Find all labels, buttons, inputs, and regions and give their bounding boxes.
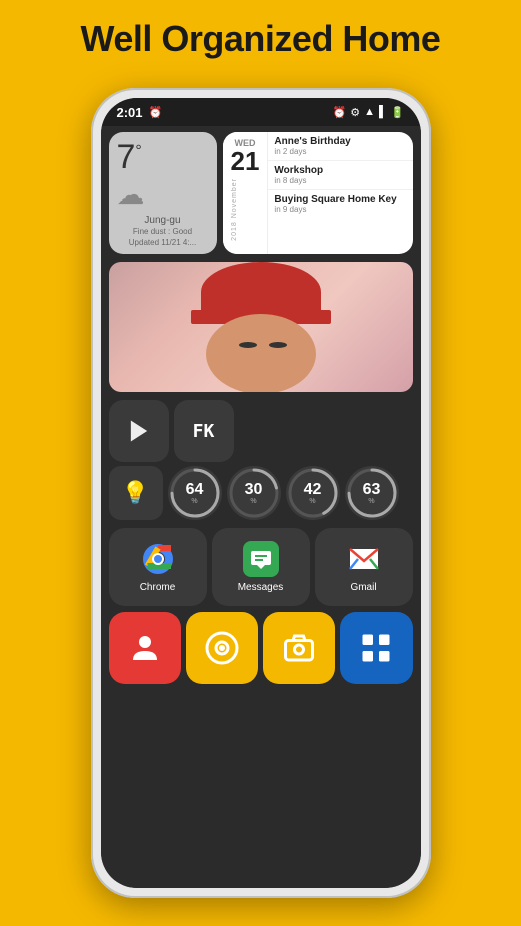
photo-face [109,262,413,392]
apps-grid-tile[interactable] [340,612,412,684]
status-left: 2:01 ⏰ [117,105,163,120]
messages-icon [243,541,279,577]
weather-widget[interactable]: 7° ☁ Jung-gu Fine dust : Good Updated 11… [109,132,217,254]
face-skin [206,314,316,392]
wifi-icon: ▲ [364,106,375,118]
top-widgets-row: 7° ☁ Jung-gu Fine dust : Good Updated 11… [101,126,421,258]
signal-icon: ▌ [379,106,387,118]
chrome-label: Chrome [140,582,176,593]
battery-icon: 🔋 [391,106,405,119]
bulb-icon: 💡 [122,480,149,506]
status-bar: 2:01 ⏰ ⏰ ⚙ ▲ ▌ 🔋 [101,98,421,126]
gmail-label: Gmail [350,582,376,593]
camera-photo-tile[interactable] [263,612,335,684]
widget-prog-row: 💡 64 % 30 % [101,466,421,524]
file-manager-icon: FK [193,421,215,442]
cal-event-2: Workshop in 8 days [268,161,412,190]
weather-temp: 7° [117,140,209,174]
cal-day-num: 21 [231,148,260,174]
page-title: Well Organized Home [0,0,521,70]
prog-circle-3 [286,466,340,520]
camera-circle-icon [204,630,240,666]
weather-location: Jung-gu [117,215,209,226]
weather-dust: Fine dust : Good Updated 11/21 4:... [117,226,209,248]
file-manager-tile[interactable]: FK [174,400,234,462]
camera-circle-tile[interactable] [186,612,258,684]
phone-shell: 2:01 ⏰ ⏰ ⚙ ▲ ▌ 🔋 7° ☁ Jung [91,88,431,898]
camera-photo-icon [281,630,317,666]
photo-widget [109,262,413,392]
messages-tile[interactable]: Messages [212,528,310,606]
play-store-tile[interactable] [109,400,169,462]
spacer [239,400,413,462]
bottom-tile-row [101,610,421,688]
prog-circle-1 [168,466,222,520]
prog-tile-1[interactable]: 64 % [168,466,222,520]
prog-tile-3[interactable]: 42 % [286,466,340,520]
cal-event-3: Buying Square Home Key in 9 days [268,190,412,218]
gmail-icon [346,541,382,577]
main-app-row: Chrome Messages [101,524,421,610]
screen-content: 7° ☁ Jung-gu Fine dust : Good Updated 11… [101,126,421,888]
settings-icon: ⚙ [350,106,360,119]
quick-tiles-row: FK [101,396,421,466]
weather-cloud-icon: ☁ [117,178,209,211]
alarm2-icon: ⏰ [333,106,347,119]
bulb-tile[interactable]: 💡 [109,466,163,520]
messages-label: Messages [238,582,284,593]
cal-year-month: 2018 November [231,178,238,241]
phone-inner: 2:01 ⏰ ⏰ ⚙ ▲ ▌ 🔋 7° ☁ Jung [101,98,421,888]
alarm-icon: ⏰ [149,106,163,119]
prog-circle-4 [345,466,399,520]
calendar-widget[interactable]: WED 21 2018 November Anne's Birthday in … [223,132,413,254]
grid-icon [358,630,394,666]
chrome-tile[interactable]: Chrome [109,528,207,606]
status-icons: ⏰ ⚙ ▲ ▌ 🔋 [333,106,405,119]
gmail-tile[interactable]: Gmail [315,528,413,606]
cal-date-col: WED 21 2018 November [223,132,269,254]
messages-svg [249,547,273,571]
chrome-icon [140,541,176,577]
play-store-icon [125,417,153,445]
cal-events: Anne's Birthday in 2 days Workshop in 8 … [268,132,412,254]
cal-event-1: Anne's Birthday in 2 days [268,132,412,161]
prog-tile-4[interactable]: 63 % [345,466,399,520]
status-time: 2:01 [117,105,143,120]
prog-tile-2[interactable]: 30 % [227,466,281,520]
contacts-tile[interactable] [109,612,181,684]
prog-circle-2 [227,466,281,520]
person-icon [127,630,163,666]
